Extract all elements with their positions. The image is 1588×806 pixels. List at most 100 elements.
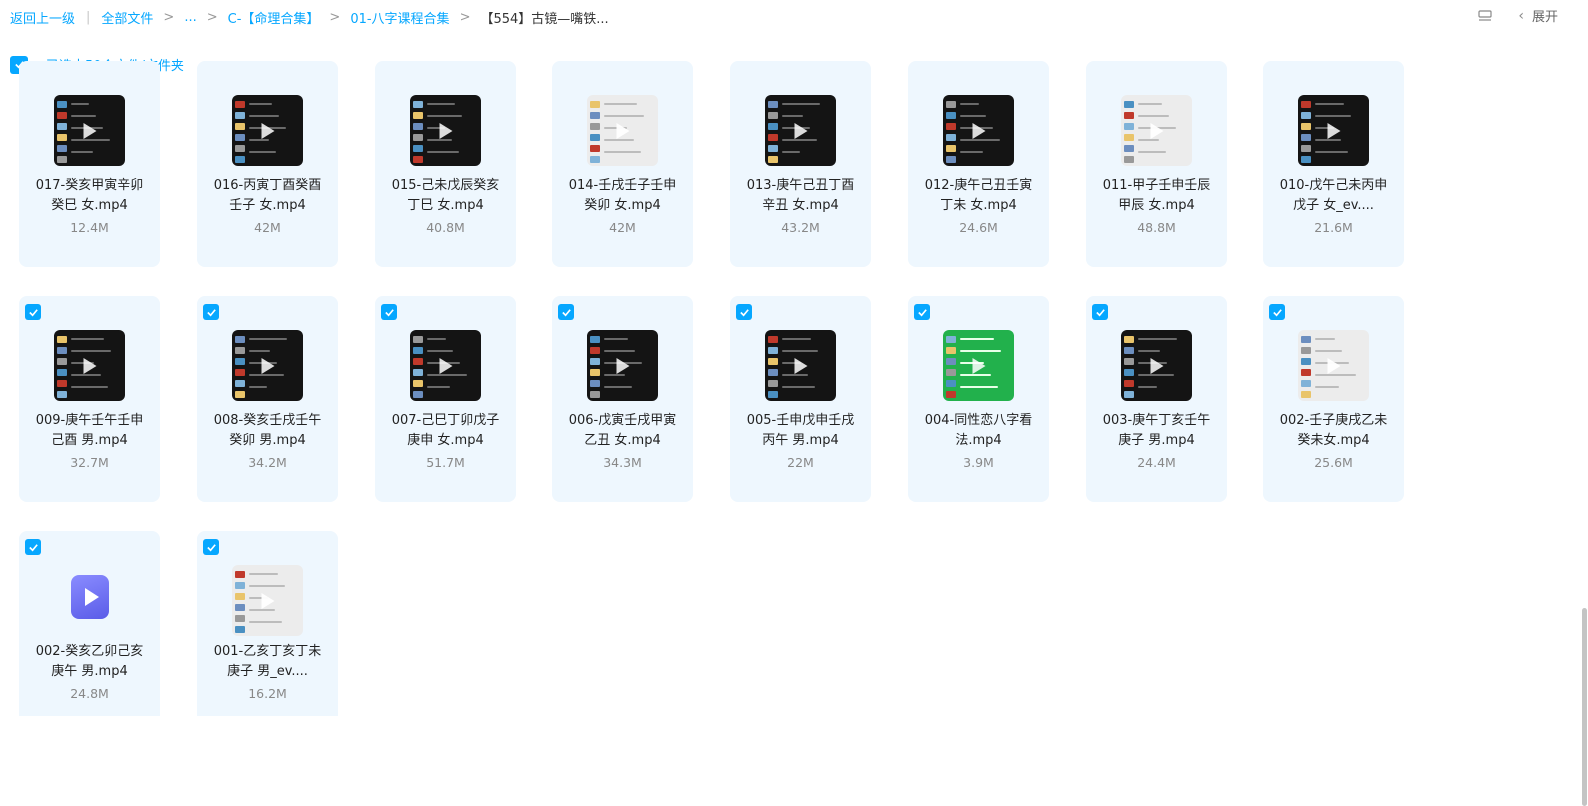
file-card[interactable]: 014-壬戌壬子壬申 癸卯 女.mp4 42M — [552, 61, 693, 267]
file-size: 24.6M — [959, 220, 998, 235]
file-name[interactable]: 012-庚午己丑壬寅 丁未 女.mp4 — [916, 176, 1041, 216]
thumbnail-avatar — [1124, 391, 1134, 398]
file-name-line-1: 015-己未戊辰癸亥 — [391, 178, 500, 193]
file-card[interactable]: 002-壬子庚戌乙未 癸未女.mp4 25.6M — [1263, 296, 1404, 502]
file-checkbox[interactable] — [381, 304, 397, 320]
file-name[interactable]: 017-癸亥甲寅辛卯 癸巳 女.mp4 — [27, 176, 152, 216]
thumbnail-text-line — [427, 139, 452, 141]
file-name-line-1: 008-癸亥壬戌壬午 — [213, 413, 322, 428]
thumbnail-avatar — [768, 369, 778, 376]
file-name-line-1: 013-庚午己丑丁酉 — [746, 178, 855, 193]
file-size: 51.7M — [426, 455, 465, 470]
file-checkbox[interactable] — [1092, 304, 1108, 320]
file-checkbox[interactable] — [203, 304, 219, 320]
play-icon — [83, 357, 96, 374]
file-size: 34.3M — [603, 455, 642, 470]
file-card[interactable]: 011-甲子壬申壬辰 甲辰 女.mp4 48.8M — [1086, 61, 1227, 267]
thumbnail-text-line — [249, 374, 284, 376]
thumbnail-text-line — [249, 338, 287, 340]
file-name[interactable]: 005-壬申戊申壬戌 丙午 男.mp4 — [738, 411, 863, 451]
file-name-line-1: 017-癸亥甲寅辛卯 — [35, 178, 144, 193]
thumbnail-text-line — [960, 151, 983, 153]
thumbnail-avatar — [57, 134, 67, 141]
thumbnail-text-line — [960, 103, 979, 105]
file-card[interactable]: 003-庚午丁亥壬午 庚子 男.mp4 24.4M — [1086, 296, 1227, 502]
thumbnail-avatar — [590, 134, 600, 141]
file-card[interactable]: 009-庚午壬午壬申 己酉 男.mp4 32.7M — [19, 296, 160, 502]
thumbnail-avatar — [235, 571, 245, 578]
file-card[interactable]: 006-戊寅壬戌甲寅 乙丑 女.mp4 34.3M — [552, 296, 693, 502]
file-card[interactable]: 017-癸亥甲寅辛卯 癸巳 女.mp4 12.4M — [19, 61, 160, 267]
thumbnail-avatar — [57, 336, 67, 343]
scrollbar-thumb[interactable] — [1582, 608, 1587, 806]
file-card[interactable]: 002-癸亥乙卯己亥 庚午 男.mp4 24.8M — [19, 531, 160, 716]
file-checkbox[interactable] — [25, 539, 41, 555]
file-card[interactable]: 016-丙寅丁酉癸酉 壬子 女.mp4 42M — [197, 61, 338, 267]
file-card[interactable]: 004-同性恋八字看 法.mp4 3.9M — [908, 296, 1049, 502]
file-card[interactable]: 010-戊午己未丙申 戊子 女_ev.... 21.6M — [1263, 61, 1404, 267]
file-name[interactable]: 002-壬子庚戌乙未 癸未女.mp4 — [1271, 411, 1396, 451]
file-name[interactable]: 007-己巳丁卯戊子 庚申 女.mp4 — [383, 411, 508, 451]
file-name[interactable]: 001-乙亥丁亥丁未 庚子 男_ev.... — [205, 642, 330, 682]
file-card[interactable]: 012-庚午己丑壬寅 丁未 女.mp4 24.6M — [908, 61, 1049, 267]
thumbnail-avatar — [946, 123, 956, 130]
thumbnail-avatar — [768, 156, 778, 163]
file-name[interactable]: 008-癸亥壬戌壬午 癸卯 男.mp4 — [205, 411, 330, 451]
file-name[interactable]: 004-同性恋八字看 法.mp4 — [916, 411, 1041, 451]
file-card[interactable]: 001-乙亥丁亥丁未 庚子 男_ev.... 16.2M — [197, 531, 338, 716]
video-thumbnail — [587, 330, 658, 401]
file-checkbox[interactable] — [1269, 304, 1285, 320]
thumbnail-avatar — [590, 380, 600, 387]
thumbnail-avatar — [768, 101, 778, 108]
scrollbar[interactable] — [1580, 90, 1588, 806]
file-card[interactable]: 015-己未戊辰癸亥 丁巳 女.mp4 40.8M — [375, 61, 516, 267]
file-size: 42M — [254, 220, 281, 235]
file-checkbox[interactable] — [914, 304, 930, 320]
thumbnail-text-line — [782, 103, 820, 105]
file-name[interactable]: 015-己未戊辰癸亥 丁巳 女.mp4 — [383, 176, 508, 216]
thumbnail-avatar — [946, 380, 956, 387]
thumbnail-avatar — [1124, 112, 1134, 119]
thumbnail-text-line — [782, 139, 817, 141]
thumbnail-text-line — [1315, 115, 1351, 117]
file-name[interactable]: 006-戊寅壬戌甲寅 乙丑 女.mp4 — [560, 411, 685, 451]
video-thumbnail — [54, 95, 125, 166]
file-name-line-2: 癸未女.mp4 — [1297, 433, 1370, 448]
file-name[interactable]: 016-丙寅丁酉癸酉 壬子 女.mp4 — [205, 176, 330, 216]
thumbnail-text-line — [782, 374, 808, 376]
video-thumbnail — [1298, 95, 1369, 166]
file-card[interactable]: 013-庚午己丑丁酉 辛丑 女.mp4 43.2M — [730, 61, 871, 267]
file-name-line-2: 戊子 女_ev.... — [1293, 198, 1374, 213]
thumbnail-avatar — [235, 336, 245, 343]
file-name[interactable]: 011-甲子壬申壬辰 甲辰 女.mp4 — [1094, 176, 1219, 216]
file-checkbox[interactable] — [736, 304, 752, 320]
thumbnail-avatar — [946, 369, 956, 376]
thumbnail-avatar — [590, 358, 600, 365]
file-card[interactable]: 005-壬申戊申壬戌 丙午 男.mp4 22M — [730, 296, 871, 502]
file-name[interactable]: 003-庚午丁亥壬午 庚子 男.mp4 — [1094, 411, 1219, 451]
file-name[interactable]: 013-庚午己丑丁酉 辛丑 女.mp4 — [738, 176, 863, 216]
thumbnail-text-line — [427, 386, 450, 388]
file-name[interactable]: 014-壬戌壬子壬申 癸卯 女.mp4 — [560, 176, 685, 216]
file-size: 24.4M — [1137, 455, 1176, 470]
thumbnail-avatar — [235, 358, 245, 365]
thumbnail-avatar — [768, 145, 778, 152]
play-icon — [261, 122, 274, 139]
check-icon — [561, 308, 571, 316]
file-name[interactable]: 002-癸亥乙卯己亥 庚午 男.mp4 — [27, 642, 152, 682]
thumbnail-text-line — [604, 386, 632, 388]
check-icon — [28, 308, 38, 316]
thumbnail-avatar — [57, 391, 67, 398]
file-name[interactable]: 009-庚午壬午壬申 己酉 男.mp4 — [27, 411, 152, 451]
file-card[interactable]: 008-癸亥壬戌壬午 癸卯 男.mp4 34.2M — [197, 296, 338, 502]
thumbnail-avatar — [57, 358, 67, 365]
video-thumbnail — [232, 565, 303, 636]
file-name[interactable]: 010-戊午己未丙申 戊子 女_ev.... — [1271, 176, 1396, 216]
thumbnail-avatar — [768, 358, 778, 365]
file-checkbox[interactable] — [558, 304, 574, 320]
file-checkbox[interactable] — [25, 304, 41, 320]
file-checkbox[interactable] — [203, 539, 219, 555]
thumbnail-avatar — [413, 156, 423, 163]
thumbnail-text-line — [1138, 151, 1166, 153]
file-card[interactable]: 007-己巳丁卯戊子 庚申 女.mp4 51.7M — [375, 296, 516, 502]
